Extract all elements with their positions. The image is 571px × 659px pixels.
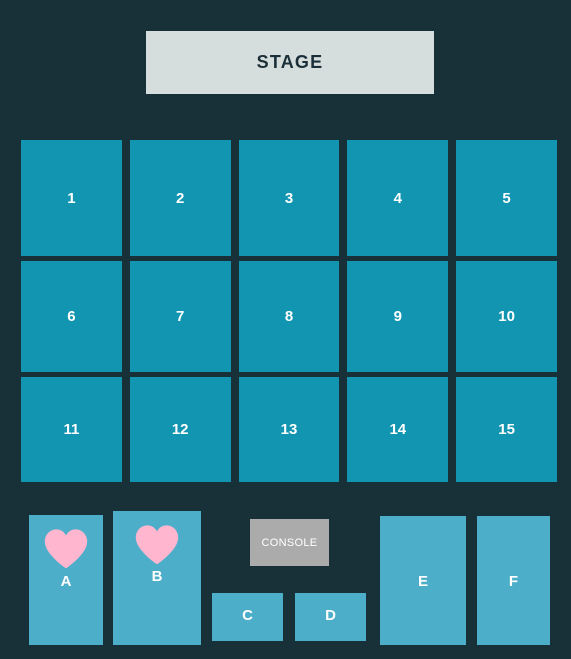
- seat-row: 11 12 13 14 15: [21, 377, 557, 482]
- seat-map: STAGE 1 2 3 4 5 6 7 8 9 10 11 12 13 14 1…: [0, 0, 571, 659]
- seat-label: 15: [498, 421, 515, 438]
- section-label: C: [242, 607, 253, 624]
- seat-block-3[interactable]: 3: [238, 140, 340, 256]
- section-label: D: [325, 607, 336, 624]
- section-block-f[interactable]: F: [477, 516, 550, 645]
- section-block-c[interactable]: C: [212, 593, 283, 641]
- seat-block-11[interactable]: 11: [21, 377, 122, 482]
- seat-label: 2: [176, 189, 185, 207]
- seat-label: 7: [176, 308, 185, 325]
- seat-block-7[interactable]: 7: [129, 261, 231, 372]
- seat-label: 12: [171, 421, 189, 438]
- section-label: F: [508, 573, 519, 590]
- seat-block-10[interactable]: 10: [456, 261, 557, 372]
- seat-label: 5: [502, 189, 511, 207]
- seat-label: 8: [284, 308, 294, 325]
- stage-label: STAGE: [256, 52, 324, 72]
- seat-block-4[interactable]: 4: [347, 140, 449, 256]
- section-block-a[interactable]: A: [29, 515, 103, 645]
- seat-block-6[interactable]: 6: [21, 261, 122, 372]
- stage-block: STAGE: [146, 31, 434, 94]
- seat-label: 1: [67, 189, 76, 207]
- section-block-b[interactable]: B: [113, 511, 201, 645]
- seat-block-15[interactable]: 15: [456, 377, 557, 482]
- seat-block-5[interactable]: 5: [456, 140, 557, 256]
- section-label: E: [417, 573, 428, 590]
- seat-block-9[interactable]: 9: [347, 261, 449, 372]
- seat-label: 13: [280, 421, 298, 438]
- seat-row: 1 2 3 4 5: [21, 140, 557, 256]
- seat-block-1[interactable]: 1: [21, 140, 122, 256]
- heart-icon: [134, 524, 180, 565]
- seat-label: 4: [393, 189, 402, 207]
- seat-label: 3: [284, 189, 294, 207]
- heart-icon: [43, 528, 89, 569]
- seat-label: 10: [498, 308, 515, 325]
- seat-block-12[interactable]: 12: [129, 377, 231, 482]
- numbered-seat-grid: 1 2 3 4 5 6 7 8 9 10 11 12 13 14 15: [21, 140, 557, 482]
- seat-label: 9: [393, 308, 402, 325]
- seat-label: 11: [63, 421, 80, 438]
- console-block: CONSOLE: [250, 519, 329, 566]
- seat-block-13[interactable]: 13: [238, 377, 340, 482]
- seat-label: 14: [389, 421, 407, 438]
- seat-block-8[interactable]: 8: [238, 261, 340, 372]
- seat-block-2[interactable]: 2: [129, 140, 231, 256]
- seat-block-14[interactable]: 14: [347, 377, 449, 482]
- console-label: CONSOLE: [261, 536, 318, 549]
- seat-label: 6: [67, 308, 76, 325]
- section-block-e[interactable]: E: [380, 516, 466, 645]
- section-label: B: [151, 568, 163, 585]
- section-block-d[interactable]: D: [295, 593, 366, 641]
- section-label: A: [60, 573, 72, 590]
- seat-row: 6 7 8 9 10: [21, 261, 557, 372]
